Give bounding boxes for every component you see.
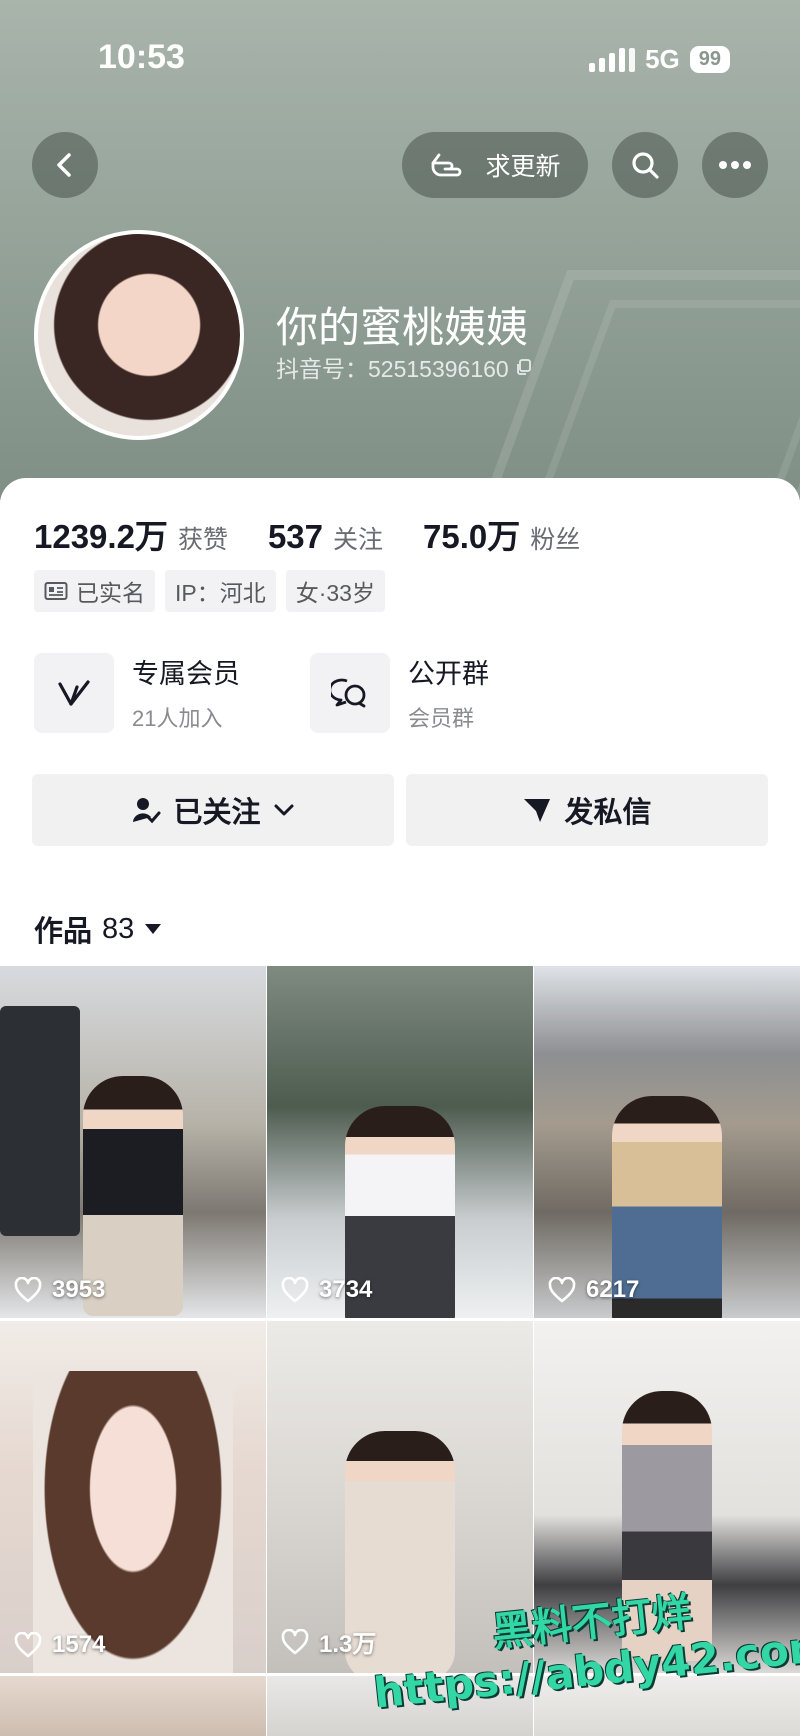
pointing-hand-icon — [432, 153, 462, 177]
group-title: 公开群 — [408, 659, 489, 689]
membership-title: 专属会员 — [132, 659, 240, 689]
heart-icon — [14, 1277, 42, 1303]
video-thumbnail[interactable]: 1574 — [0, 1321, 266, 1673]
more-dots-icon — [719, 161, 751, 169]
likes-value: 3734 — [319, 1276, 373, 1303]
caret-down-icon — [145, 924, 162, 934]
works-count: 83 — [102, 912, 135, 945]
signal-icon — [589, 47, 636, 72]
chat-bubbles-icon — [331, 678, 366, 707]
tag-gender-age: 女·33岁 — [285, 570, 385, 612]
heart-icon — [14, 1632, 42, 1658]
video-thumbnail[interactable]: 6217 — [534, 966, 800, 1318]
tag-ip-label: IP：河北 — [175, 580, 266, 606]
avatar[interactable] — [34, 230, 244, 440]
network-label: 5G — [645, 44, 680, 74]
profile-card: 1239.2万 获赞 537 关注 75.0万 粉丝 已实名 IP：河北 女·3… — [0, 478, 800, 968]
likes-value: 6217 — [586, 1276, 640, 1303]
stat-likes[interactable]: 1239.2万 获赞 — [34, 510, 228, 558]
request-update-label: 求更新 — [485, 153, 561, 181]
tag-verified-label: 已实名 — [76, 580, 145, 606]
works-tab-label: 作品 — [34, 916, 93, 948]
profile-tags: 已实名 IP：河北 女·33岁 — [34, 570, 385, 612]
send-icon — [524, 799, 551, 822]
v-membership-icon — [58, 679, 90, 706]
likes-count: 1.3万 — [281, 1624, 376, 1659]
tag-ip: IP：河北 — [165, 570, 276, 612]
likes-count: 3953 — [14, 1276, 105, 1304]
back-button[interactable] — [32, 132, 98, 198]
likes-value: 1574 — [52, 1631, 106, 1658]
works-tab[interactable]: 作品 83 — [34, 908, 162, 950]
stat-following[interactable]: 537 关注 — [268, 518, 383, 556]
likes-value: 1.3万 — [319, 1631, 377, 1658]
heart-icon — [281, 1628, 309, 1654]
battery-indicator: 99 — [689, 46, 730, 73]
likes-count: 3734 — [281, 1276, 372, 1304]
membership-icon-box — [34, 652, 114, 733]
likes-count: 6217 — [548, 1276, 639, 1304]
video-thumbnail[interactable]: 3734 — [267, 966, 533, 1318]
heart-icon — [281, 1277, 309, 1303]
stat-label: 粉丝 — [530, 526, 581, 554]
status-indicators: 5G 99 — [589, 44, 730, 75]
tag-gender-age-label: 女·33岁 — [295, 580, 375, 606]
heart-icon — [548, 1277, 576, 1303]
stat-value: 75.0万 — [423, 518, 521, 555]
chevron-left-icon — [57, 153, 71, 177]
group-subtitle: 会员群 — [408, 706, 475, 731]
tag-verified: 已实名 — [34, 570, 155, 612]
followed-label: 已关注 — [173, 797, 261, 829]
id-card-icon — [44, 582, 68, 600]
video-thumbnail[interactable]: 3953 — [0, 966, 266, 1318]
stat-value: 1239.2万 — [34, 518, 168, 555]
stats-row: 1239.2万 获赞 537 关注 75.0万 粉丝 — [34, 510, 580, 558]
group-icon-box — [310, 652, 390, 733]
chevron-down-icon — [274, 804, 293, 816]
stat-value: 537 — [267, 518, 324, 555]
user-check-icon — [133, 798, 161, 824]
membership-subtitle: 21人加入 — [132, 706, 223, 731]
douyin-id-text: 抖音号：52515396160 — [276, 356, 509, 382]
video-thumbnail[interactable] — [0, 1676, 266, 1736]
request-update-button[interactable]: 求更新 — [402, 132, 588, 198]
status-time: 10:53 — [98, 38, 185, 76]
profile-name: 你的蜜桃姨姨 — [276, 304, 529, 351]
likes-count: 1574 — [14, 1631, 105, 1659]
followed-button[interactable]: 已关注 — [32, 774, 394, 846]
public-group-entry[interactable]: 公开群 会员群 — [310, 652, 489, 733]
stat-followers[interactable]: 75.0万 粉丝 — [423, 510, 580, 558]
more-button[interactable] — [702, 132, 768, 198]
send-message-button[interactable]: 发私信 — [406, 774, 768, 846]
stat-label: 获赞 — [177, 526, 228, 554]
send-message-label: 发私信 — [564, 797, 652, 829]
stat-label: 关注 — [333, 526, 384, 554]
search-icon — [632, 152, 659, 179]
douyin-id[interactable]: 抖音号：52515396160 — [276, 350, 533, 384]
search-button[interactable] — [612, 132, 678, 198]
likes-value: 3953 — [52, 1276, 106, 1303]
copy-icon — [516, 359, 531, 375]
membership-entry[interactable]: 专属会员 21人加入 — [34, 652, 240, 733]
